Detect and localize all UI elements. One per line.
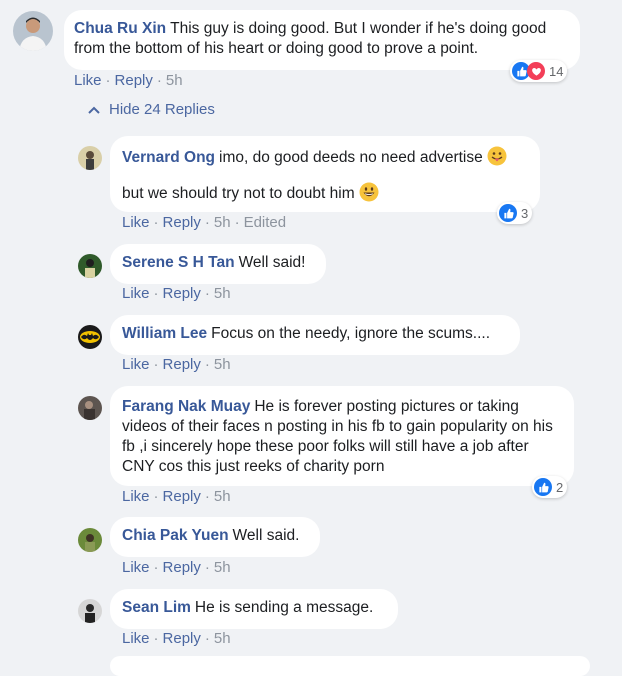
- chevron-up-icon: [88, 106, 100, 114]
- smile-emoji-icon: [359, 182, 379, 202]
- reaction-count: 14: [549, 63, 564, 79]
- reply-bubble: Sean Lim He is sending a message.: [110, 589, 398, 629]
- timestamp[interactable]: 5h: [214, 356, 231, 373]
- reply-text: Focus on the needy, ignore the scums....: [211, 325, 491, 342]
- reply-actions: Like · Reply · 5h: [122, 559, 231, 576]
- edited-label: Edited: [243, 214, 287, 231]
- avatar[interactable]: [78, 254, 102, 278]
- avatar[interactable]: [78, 325, 102, 349]
- avatar[interactable]: [78, 528, 102, 552]
- reaction-count: 2: [556, 479, 564, 495]
- commenter-name[interactable]: Chia Pak Yuen: [122, 527, 229, 544]
- reply-text: He is sending a message.: [194, 599, 374, 616]
- reply-actions: Like · Reply · 5h: [122, 488, 231, 505]
- reply-actions: Like · Reply · 5h · Edited: [122, 214, 287, 231]
- like-button[interactable]: Like: [122, 559, 150, 576]
- reply-button[interactable]: Reply: [163, 630, 201, 647]
- timestamp[interactable]: 5h: [214, 285, 231, 302]
- like-button[interactable]: Like: [74, 72, 102, 89]
- commenter-name[interactable]: Serene S H Tan: [122, 254, 235, 271]
- like-button[interactable]: Like: [122, 356, 150, 373]
- avatar[interactable]: [78, 146, 102, 170]
- reaction-summary[interactable]: 3: [497, 202, 533, 224]
- reply-button[interactable]: Reply: [115, 72, 153, 89]
- commenter-name[interactable]: Farang Nak Muay: [122, 398, 250, 415]
- reply-text: Well said.: [232, 527, 300, 544]
- avatar[interactable]: [13, 11, 53, 51]
- avatar[interactable]: [78, 599, 102, 623]
- like-reaction-icon: [499, 204, 517, 222]
- love-reaction-icon: [527, 62, 545, 80]
- reply-button[interactable]: Reply: [163, 214, 201, 231]
- comment-bubble: Chua Ru Xin This guy is doing good. But I…: [64, 10, 580, 70]
- timestamp[interactable]: 5h: [214, 214, 231, 231]
- commenter-name[interactable]: Sean Lim: [122, 599, 191, 616]
- like-button[interactable]: Like: [122, 214, 150, 231]
- commenter-name[interactable]: Chua Ru Xin: [74, 20, 166, 37]
- reply-bubble: Serene S H Tan Well said!: [110, 244, 326, 284]
- like-button[interactable]: Like: [122, 488, 150, 505]
- reply-text-line2: but we should try not to doubt him: [122, 185, 355, 202]
- reply-bubble: Chia Pak Yuen Well said.: [110, 517, 320, 557]
- reply-button[interactable]: Reply: [163, 356, 201, 373]
- reply-actions: Like · Reply · 5h: [122, 630, 231, 647]
- timestamp[interactable]: 5h: [214, 488, 231, 505]
- reply-actions: Like · Reply · 5h: [122, 356, 231, 373]
- reply-bubble-partial: [110, 656, 590, 676]
- reply-button[interactable]: Reply: [163, 488, 201, 505]
- timestamp[interactable]: 5h: [214, 630, 231, 647]
- reply-button[interactable]: Reply: [163, 285, 201, 302]
- hide-replies-link[interactable]: Hide 24 Replies: [88, 101, 215, 118]
- timestamp[interactable]: 5h: [214, 559, 231, 576]
- reply-button[interactable]: Reply: [163, 559, 201, 576]
- hide-replies-label: Hide 24 Replies: [109, 101, 215, 118]
- reply-text: Well said!: [238, 254, 306, 271]
- tongue-emoji-icon: [487, 146, 507, 166]
- commenter-name[interactable]: William Lee: [122, 325, 207, 342]
- like-button[interactable]: Like: [122, 285, 150, 302]
- commenter-name[interactable]: Vernard Ong: [122, 149, 215, 166]
- reaction-summary[interactable]: 14: [510, 60, 568, 82]
- avatar[interactable]: [78, 396, 102, 420]
- reply-bubble: Farang Nak Muay He is forever posting pic…: [110, 386, 574, 486]
- like-reaction-icon: [534, 478, 552, 496]
- reply-bubble: Vernard Ong imo, do good deeds no need ad…: [110, 136, 540, 212]
- comment-actions: Like · Reply · 5h: [74, 72, 183, 89]
- timestamp[interactable]: 5h: [166, 72, 183, 89]
- like-button[interactable]: Like: [122, 630, 150, 647]
- reply-actions: Like · Reply · 5h: [122, 285, 231, 302]
- reply-bubble: William Lee Focus on the needy, ignore th…: [110, 315, 520, 355]
- reaction-count: 3: [521, 205, 529, 221]
- reaction-summary[interactable]: 2: [532, 476, 568, 498]
- reply-text-line1: imo, do good deeds no need advertise: [219, 149, 483, 166]
